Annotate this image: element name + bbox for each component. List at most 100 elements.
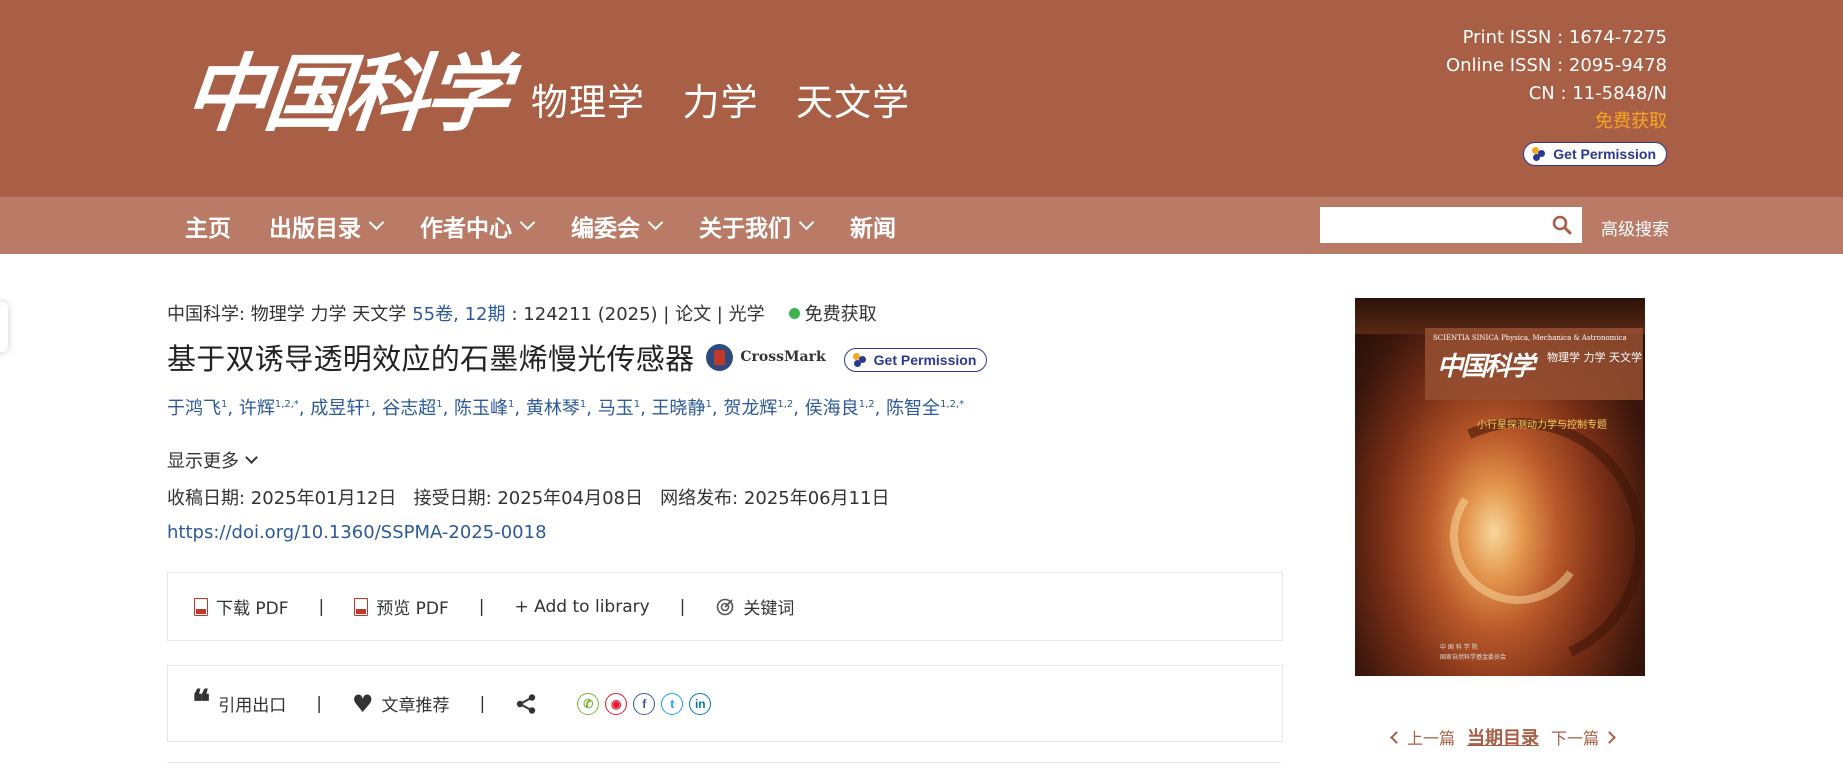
author-affiliation: 1,2,* [274,399,299,410]
cite-button[interactable]: ❝ 引用出口 [192,682,286,723]
journal-cover-image[interactable]: SCIENTIA SINICA Physica, Mechanica & Ast… [1355,298,1645,676]
chevron-down-icon [647,214,664,231]
cover-publisher: 中 国 科 学 院 国家自然科学基金委员会 [1440,644,1507,661]
author-affiliation: 1,2 [858,399,875,410]
chevron-down-icon [245,451,258,464]
author-link[interactable]: 马玉 [598,398,634,419]
twitter-icon[interactable]: t [661,692,684,715]
separator: | [479,693,486,714]
main-nav: 主页 出版目录 作者中心 编委会 关于我们 新闻 高级搜索 [0,197,1843,254]
site-header: 中国科学 物理学 力学 天文学 Print ISSN : 1674-7275 O… [0,0,1843,197]
weibo-icon[interactable]: ◉ [605,692,628,715]
nav-label: 出版目录 [269,215,361,242]
separator: | [318,596,325,617]
nav-item-home[interactable]: 主页 [185,209,231,243]
free-access-link[interactable]: 免费获取 [1446,108,1667,136]
pdf-icon [194,597,208,616]
get-permission-label: Get Permission [873,352,977,368]
linkedin-icon[interactable]: in [689,692,712,715]
facebook-icon[interactable]: f [633,692,656,715]
show-more-toggle[interactable]: 显示更多 [167,447,258,473]
separator: | [478,596,485,617]
article-get-permission-button[interactable]: Get Permission [843,348,988,372]
nav-item-about[interactable]: 关于我们 [699,209,815,243]
online-issn: Online ISSN : 2095-9478 [1445,55,1667,76]
permission-icon [1532,147,1546,161]
nav-item-editorial-board[interactable]: 编委会 [571,209,664,243]
crossmark-label: CrossMark [740,349,826,365]
heart-icon: ♥ [352,689,374,718]
search-icon[interactable] [1552,215,1572,235]
nav-item-news[interactable]: 新闻 [850,209,896,243]
author-affiliation: 1 [705,399,712,410]
wechat-icon[interactable]: ✆ [577,692,600,715]
author-link[interactable]: 成昱轩 [310,398,364,419]
issue-navigation: 上一篇 当期目录 下一篇 [1390,724,1616,750]
author-affiliation: 1 [633,399,641,410]
journal-logo[interactable]: 中国科学 物理学 力学 天文学 [180,44,911,143]
share-bar: ❝ 引用出口 | ♥ 文章推荐 | ✆ ◉ f t in [167,665,1283,742]
volume-issue-link[interactable]: 55卷, 12期 [412,300,505,326]
author-link[interactable]: 黄林琴 [526,398,580,419]
search-box [1320,207,1582,243]
separator: | [316,693,323,714]
recommend-label: 文章推荐 [381,696,450,716]
get-permission-button[interactable]: Get Permission [1523,142,1667,166]
doi-link[interactable]: https://doi.org/10.1360/SSPMA-2025-0018 [167,522,547,543]
target-icon [717,598,734,615]
author-link[interactable]: 侯海良 [805,398,859,419]
author-link[interactable]: 于鸿飞 [167,398,221,419]
current-issue-link[interactable]: 当期目录 [1467,724,1539,750]
keywords-button[interactable]: 关键词 [715,594,794,619]
download-pdf-label: 下载 PDF [216,599,289,619]
author-link[interactable]: 王晓静 [652,398,706,419]
quote-icon: ❝ [192,682,211,723]
logo-text: 中国科学 [179,44,511,143]
author-affiliation: 1,2 [777,399,794,410]
author-link[interactable]: 谷志超 [382,398,436,419]
nav-label: 主页 [185,215,231,242]
open-access-dot-icon [788,307,800,319]
author-affiliation: 1 [579,399,587,410]
journal-subtitle: 物理学 力学 天文学 [531,81,911,124]
journal-name: 中国科学: 物理学 力学 天文学 [167,304,407,325]
article-dates: 收稿日期: 2025年01月12日 接受日期: 2025年04月08日 网络发布… [167,488,890,509]
author-link[interactable]: 陈智全 [886,398,940,419]
nav-label: 关于我们 [699,215,791,242]
author-link[interactable]: 贺龙辉 [723,398,777,419]
next-article-link[interactable]: 下一篇 [1551,725,1599,749]
separator: | [679,596,686,617]
author-affiliation: 1 [364,399,371,410]
recommend-button[interactable]: ♥ 文章推荐 [352,689,450,718]
nav-label: 编委会 [571,215,640,242]
author-affiliation: 1 [436,399,443,410]
nav-item-catalog[interactable]: 出版目录 [269,209,385,243]
article-action-bar: 下载 PDF | 预览 PDF | + Add to library | 关键词 [167,572,1283,641]
preview-pdf-button[interactable]: 预览 PDF [354,594,449,619]
keywords-label: 关键词 [743,599,795,619]
nav-item-author-center[interactable]: 作者中心 [420,209,536,243]
share-icon[interactable] [515,693,537,715]
download-pdf-button[interactable]: 下载 PDF [194,594,289,619]
author-link[interactable]: 陈玉峰 [454,398,508,419]
article-title: 基于双诱导透明效应的石墨烯慢光传感器 [167,342,695,376]
side-drawer-tab[interactable] [0,302,8,352]
pdf-icon [354,597,369,616]
author-link[interactable]: 许辉 [239,398,275,419]
chevron-down-icon [368,214,385,231]
author-affiliation: 1 [221,399,228,410]
add-to-library-button[interactable]: + Add to library [515,597,650,617]
prev-article-link[interactable]: 上一篇 [1407,725,1455,749]
cover-topic: 小行星探测动力学与控制专题 [1477,420,1607,431]
title-row: 基于双诱导透明效应的石墨烯慢光传感器 CrossMark Get Permiss… [167,336,988,378]
cover-subtitle: 物理学 力学 天文学 [1547,351,1642,364]
search-input[interactable] [1320,207,1560,241]
crossmark-button[interactable]: CrossMark [706,343,826,371]
nav-label: 新闻 [850,215,896,242]
advanced-search-link[interactable]: 高级搜索 [1601,215,1669,240]
cover-logo: 中国科学 [1437,352,1535,382]
crossmark-icon [706,343,734,371]
nav-label: 作者中心 [420,215,512,242]
cover-scientia: SCIENTIA SINICA Physica, Mechanica & Ast… [1433,334,1627,342]
issn-block: Print ISSN : 1674-7275 Online ISSN : 209… [1446,24,1667,170]
